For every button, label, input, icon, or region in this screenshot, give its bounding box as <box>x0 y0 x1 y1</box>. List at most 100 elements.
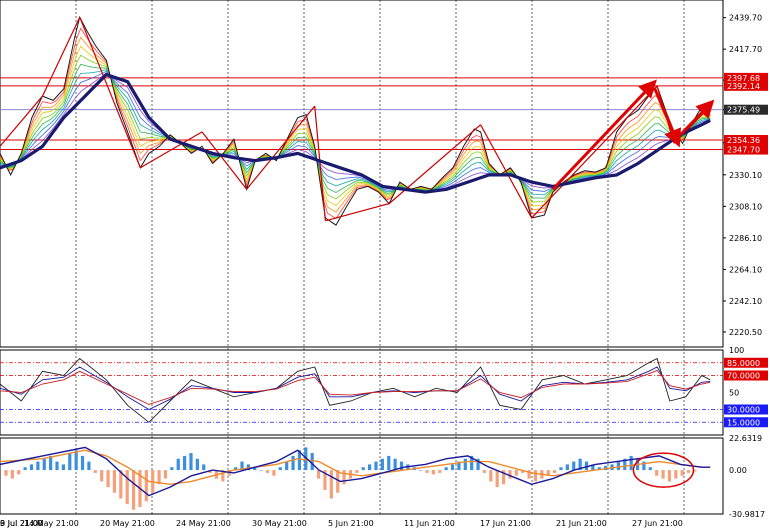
macd-bar-12 <box>80 455 85 471</box>
price-tick-label-7: 2286.10 <box>729 234 762 243</box>
macd-bar-5 <box>36 461 40 471</box>
macd-bar-56 <box>361 467 365 471</box>
x-label-2: 20 May 21:00 <box>100 519 155 528</box>
price-tick-label-8: 2264.10 <box>729 265 762 274</box>
macd-bar-76 <box>489 470 493 482</box>
x-label-11: 9 Jul 21:00 <box>0 519 43 528</box>
macd-bar-77 <box>495 470 499 488</box>
macd-bar-14 <box>93 470 97 473</box>
x-label-5: 5 Jun 21:00 <box>328 519 374 528</box>
x-label-8: 21 Jun 21:00 <box>556 519 607 528</box>
osc-tick-label-0: 100 <box>729 346 744 355</box>
macd-bar-75 <box>482 470 487 473</box>
macd-bar-58 <box>374 461 378 471</box>
macd-bar-27 <box>176 458 180 471</box>
macd-bar-1 <box>10 470 14 479</box>
price-label-3: 2354.36 <box>727 136 760 145</box>
macd-bar-89 <box>572 461 576 471</box>
macd-bar-102 <box>655 470 659 476</box>
macd-bar-61 <box>393 458 397 471</box>
price-tick-label-9: 2242.10 <box>729 297 762 306</box>
macd-bar-83 <box>533 470 538 482</box>
macd-tick-label-2: -30.9817 <box>729 510 765 519</box>
macd-bar-13 <box>87 461 91 471</box>
macd-bar-70 <box>450 464 455 471</box>
macd-bar-30 <box>195 458 199 471</box>
macd-bar-105 <box>674 470 678 479</box>
macd-bar-57 <box>368 464 372 471</box>
price-tick-label-5: 2330.10 <box>729 171 762 180</box>
x-label-9: 27 Jun 21:00 <box>632 519 683 528</box>
macd-bar-67 <box>431 470 435 475</box>
price-label-4: 2347.70 <box>727 146 760 155</box>
macd-bar-16 <box>106 470 110 488</box>
macd-bar-104 <box>667 470 672 482</box>
macd-bar-41 <box>265 470 270 473</box>
osc-tick-label-3: 50 <box>729 389 739 398</box>
macd-bar-65 <box>419 470 423 471</box>
macd-bar-31 <box>202 464 206 471</box>
macd-bar-60 <box>387 455 391 471</box>
macd-bar-45 <box>291 455 295 471</box>
price-tick-label-6: 2308.10 <box>729 202 762 211</box>
x-label-3: 24 May 21:00 <box>176 519 231 528</box>
osc-tick-label-4: 30.0000 <box>727 406 760 415</box>
macd-bar-10 <box>68 453 72 471</box>
macd-bar-26 <box>170 467 174 471</box>
macd-tick-label-0: 22.6319 <box>729 434 762 443</box>
macd-bar-96 <box>616 461 621 471</box>
macd-bar-98 <box>629 455 633 471</box>
osc-tick-label-1: 85.0000 <box>727 359 760 368</box>
macd-bar-88 <box>565 464 569 471</box>
macd-bar-3 <box>23 467 27 471</box>
macd-bar-87 <box>559 467 563 471</box>
osc-tick-label-2: 70.0000 <box>727 372 760 381</box>
macd-bar-80 <box>514 470 518 476</box>
macd-bar-59 <box>380 458 384 471</box>
macd-bar-20 <box>131 470 136 510</box>
macd-bar-72 <box>463 458 467 471</box>
macd-tick-label-1: 0.00 <box>729 466 747 475</box>
price-label-2: 2375.49 <box>727 106 760 115</box>
macd-bar-42 <box>272 470 276 476</box>
macd-bar-103 <box>661 470 665 479</box>
macd-bar-0 <box>4 470 8 476</box>
macd-bar-106 <box>680 470 684 476</box>
x-label-7: 17 Jun 21:00 <box>480 519 531 528</box>
macd-bar-43 <box>278 467 282 471</box>
price-label-1: 2392.14 <box>727 82 760 91</box>
macd-bar-7 <box>49 455 53 471</box>
macd-bar-101 <box>648 467 652 471</box>
macd-bar-18 <box>119 470 123 499</box>
macd-bar-8 <box>55 461 59 471</box>
macd-bar-55 <box>355 470 359 473</box>
macd-bar-86 <box>553 470 557 473</box>
macd-bar-28 <box>183 455 187 471</box>
macd-bar-68 <box>438 470 442 473</box>
osc-tick-label-5: 15.0000 <box>727 418 760 427</box>
macd-bar-15 <box>100 470 104 482</box>
x-label-6: 11 Jun 21:00 <box>404 519 455 528</box>
macd-bar-9 <box>61 464 65 471</box>
price-tick-label-10: 2220.50 <box>729 328 762 337</box>
x-label-4: 30 May 21:00 <box>252 519 307 528</box>
macd-bar-107 <box>686 470 691 473</box>
macd-bar-11 <box>74 450 78 471</box>
macd-bar-29 <box>189 453 193 471</box>
macd-bar-53 <box>342 470 346 485</box>
macd-bar-49 <box>316 470 321 479</box>
macd-bar-51 <box>329 470 333 499</box>
macd-bar-4 <box>29 464 34 471</box>
price-tick-label-0: 2439.70 <box>729 14 762 23</box>
macd-bar-44 <box>285 461 289 471</box>
macd-bar-40 <box>259 470 263 471</box>
macd-bar-66 <box>425 470 429 473</box>
macd-bar-17 <box>112 470 117 493</box>
macd-bar-69 <box>444 467 448 471</box>
macd-bar-25 <box>163 470 168 479</box>
macd-bar-2 <box>17 470 21 475</box>
price-tick-label-1: 2417.70 <box>729 45 762 54</box>
macd-bar-22 <box>144 470 148 502</box>
macd-bar-48 <box>310 453 314 471</box>
macd-bar-19 <box>125 470 129 505</box>
